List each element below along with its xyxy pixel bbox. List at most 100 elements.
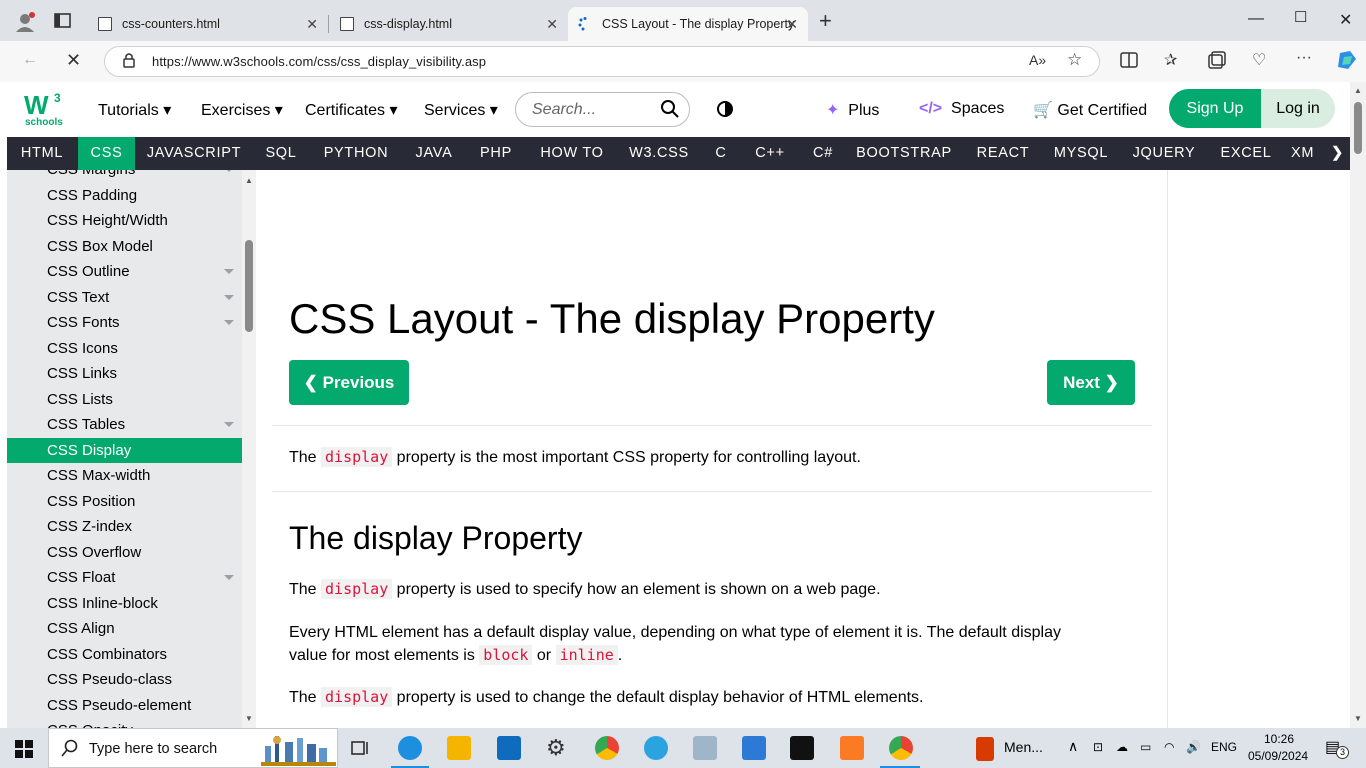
topnav-excel[interactable]: EXCEL [1217, 137, 1275, 170]
chevron-down-icon[interactable] [224, 422, 234, 427]
sidebar-item-css-lists[interactable]: CSS Lists [7, 387, 242, 412]
sidebar-item-css-margins[interactable]: CSS Margins [7, 170, 242, 182]
services-menu[interactable]: Services ▾ [424, 100, 498, 120]
get-certified-link[interactable]: 🛒 Get Certified [1033, 100, 1147, 120]
topnav-css[interactable]: CSS [78, 137, 135, 170]
sidebar-scroll-thumb[interactable] [245, 240, 253, 332]
chrome-profile-icon[interactable] [889, 736, 913, 760]
chevron-down-icon[interactable] [224, 170, 234, 172]
close-icon[interactable]: ✕ [546, 16, 558, 33]
sign-up-button[interactable]: Sign Up [1169, 89, 1261, 128]
next-button[interactable]: Next ❯ [1047, 360, 1135, 405]
search-icon[interactable] [660, 99, 680, 124]
topnav-python[interactable]: PYTHON [320, 137, 392, 170]
certificates-menu[interactable]: Certificates ▾ [305, 100, 398, 120]
chrome-icon[interactable] [595, 736, 619, 760]
wifi-icon[interactable]: ◠ [1164, 740, 1174, 754]
show-hidden-icons[interactable]: ∧ [1068, 738, 1078, 755]
topnav-sql[interactable]: SQL [258, 137, 304, 170]
thermometer-icon[interactable] [976, 737, 994, 761]
sidebar-item-css-padding[interactable]: CSS Padding [7, 183, 242, 208]
language-indicator[interactable]: ENG [1211, 740, 1237, 754]
weather-label[interactable]: Men... [1004, 739, 1043, 755]
contrast-toggle-icon[interactable] [716, 100, 734, 123]
topnav-html[interactable]: HTML [7, 137, 77, 170]
split-screen-icon[interactable] [1120, 51, 1138, 74]
windows-start-icon[interactable] [15, 740, 33, 763]
new-tab-button[interactable]: + [819, 8, 832, 34]
topnav-csharp[interactable]: C# [807, 137, 839, 170]
previous-button[interactable]: ❮ Previous [289, 360, 409, 405]
sidebar-item-css-align[interactable]: CSS Align [7, 616, 242, 641]
terminal-icon[interactable] [790, 736, 814, 760]
performance-icon[interactable]: ♡ [1252, 50, 1266, 70]
favorite-star-icon[interactable]: ☆ [1067, 50, 1082, 70]
chevron-down-icon[interactable] [224, 575, 234, 580]
more-menu-icon[interactable]: ··· [1296, 49, 1312, 67]
lock-icon[interactable] [122, 52, 136, 71]
sidebar-item-css-pseudo-class[interactable]: CSS Pseudo-class [7, 667, 242, 692]
vscode-icon[interactable] [742, 736, 766, 760]
sidebar-item-css-links[interactable]: CSS Links [7, 361, 242, 386]
minimize-button[interactable]: — [1248, 10, 1264, 28]
topnav-php[interactable]: PHP [474, 137, 518, 170]
scroll-up-arrow[interactable]: ▲ [245, 176, 253, 185]
topnav-jquery[interactable]: JQUERY [1127, 137, 1201, 170]
tab-actions-icon[interactable] [54, 13, 72, 34]
xampp-icon[interactable] [840, 736, 864, 760]
topnav-cpp[interactable]: C++ [750, 137, 790, 170]
sidebar-item-css-height-width[interactable]: CSS Height/Width [7, 208, 242, 233]
page-scroll-thumb[interactable] [1354, 102, 1362, 154]
chevron-down-icon[interactable] [224, 320, 234, 325]
sidebar-item-css-outline[interactable]: CSS Outline [7, 259, 242, 284]
exercises-menu[interactable]: Exercises ▾ [201, 100, 283, 120]
favorites-icon[interactable]: ✰ [1164, 50, 1177, 70]
topnav-java[interactable]: JAVA [409, 137, 459, 170]
plus-link[interactable]: ✦ Plus [826, 100, 879, 120]
address-field[interactable]: https://www.w3schools.com/css/css_displa… [104, 46, 1100, 77]
topnav-how-to[interactable]: HOW TO [536, 137, 608, 170]
scroll-down-arrow[interactable]: ▼ [1354, 714, 1362, 723]
close-icon[interactable]: ✕ [786, 16, 798, 33]
battery-icon[interactable]: ▭ [1140, 740, 1151, 754]
chevron-down-icon[interactable] [224, 294, 234, 300]
tab-css-layout-active[interactable]: CSS Layout - The display Property ✕ [568, 7, 808, 41]
read-aloud-icon[interactable]: A» [1029, 52, 1046, 68]
sidebar-item-css-max-width[interactable]: CSS Max-width [7, 463, 242, 488]
scroll-down-arrow[interactable]: ▼ [245, 714, 253, 723]
tutorials-menu[interactable]: Tutorials ▾ [98, 100, 171, 120]
copilot-icon[interactable] [1336, 49, 1358, 76]
stop-icon[interactable]: ✕ [66, 50, 81, 71]
volume-icon[interactable]: 🔊 [1186, 740, 1201, 754]
sidebar-item-css-fonts[interactable]: CSS Fonts [7, 310, 242, 335]
topnav-c[interactable]: C [707, 137, 735, 170]
clock-time[interactable]: 10:26 [1264, 732, 1294, 746]
sidebar-item-css-overflow[interactable]: CSS Overflow [7, 540, 242, 565]
topnav-w3css[interactable]: W3.CSS [625, 137, 693, 170]
close-icon[interactable]: ✕ [306, 16, 318, 33]
spaces-link[interactable]: </> Spaces [919, 100, 1004, 118]
close-window-button[interactable]: ✕ [1339, 10, 1352, 30]
edge-browser-icon[interactable] [398, 736, 422, 760]
taskbar-search-box[interactable]: Type here to search [48, 728, 338, 768]
topnav-javascript[interactable]: JAVASCRIPT [143, 137, 245, 170]
sidebar-item-css-tables[interactable]: CSS Tables [7, 412, 242, 437]
collections-icon[interactable] [1208, 51, 1226, 74]
tab-css-counters[interactable]: css-counters.html ✕ [88, 7, 329, 41]
telegram-icon[interactable] [644, 736, 668, 760]
topnav-bootstrap[interactable]: BOOTSTRAP [855, 137, 953, 170]
sidebar-item-css-pseudo-element[interactable]: CSS Pseudo-element [7, 693, 242, 718]
topnav-react[interactable]: REACT [970, 137, 1036, 170]
sidebar-item-css-box-model[interactable]: CSS Box Model [7, 234, 242, 259]
sidebar-item-css-text[interactable]: CSS Text [7, 285, 242, 310]
topnav-xml[interactable]: XM [1291, 137, 1325, 170]
sidebar-item-css-float[interactable]: CSS Float [7, 565, 242, 590]
url-text[interactable]: https://www.w3schools.com/css/css_displa… [152, 54, 486, 69]
maximize-button[interactable]: ☐ [1294, 8, 1307, 26]
sidebar-item-css-combinators[interactable]: CSS Combinators [7, 642, 242, 667]
topnav-next-arrow[interactable]: ❯ [1325, 137, 1350, 170]
page-scrollbar[interactable]: ▲ ▼ [1350, 82, 1366, 728]
sidebar-item-css-icons[interactable]: CSS Icons [7, 336, 242, 361]
back-icon[interactable]: ← [22, 51, 38, 69]
sidebar-scrollbar[interactable]: ▲ ▼ [242, 170, 256, 728]
